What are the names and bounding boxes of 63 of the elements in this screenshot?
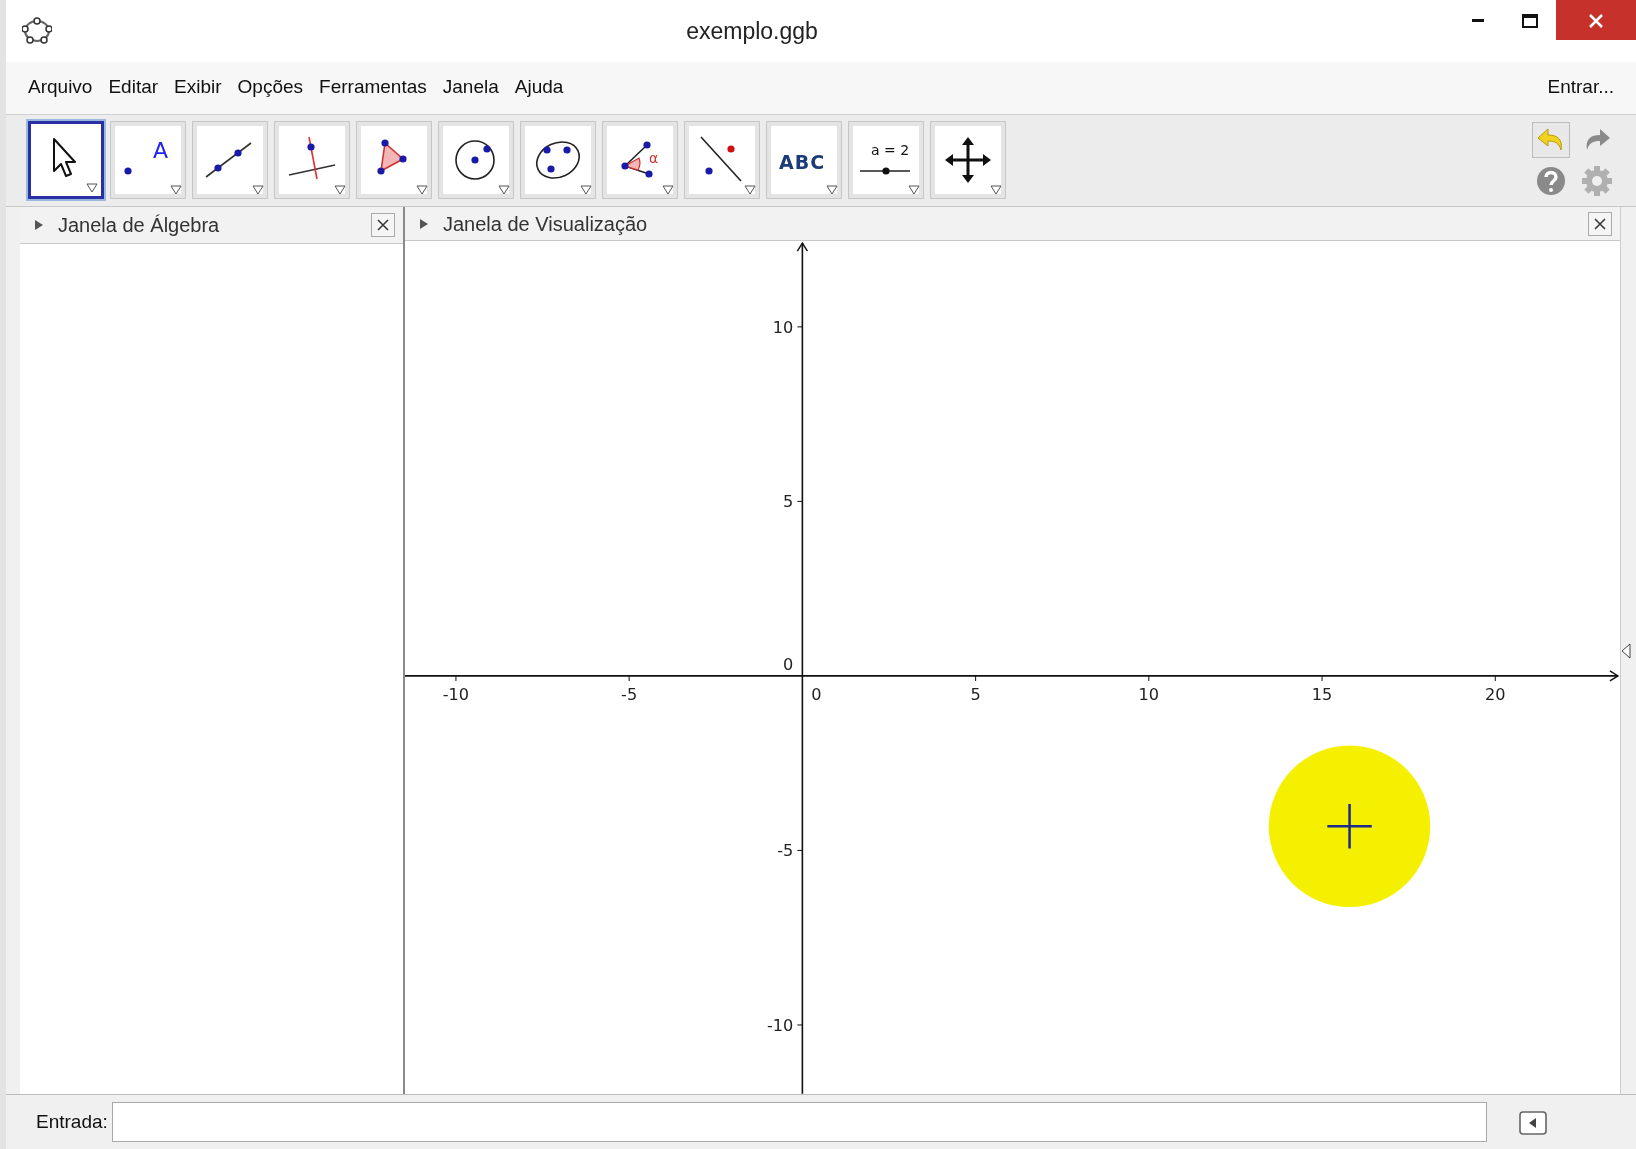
text-tool-button[interactable]: ABC (766, 121, 842, 200)
input-help-icon (1518, 1110, 1547, 1135)
dropdown-triangle-icon (826, 185, 838, 196)
maximize-icon (1521, 12, 1539, 29)
close-panel-button[interactable] (371, 213, 395, 238)
collapse-triangle-icon[interactable] (419, 217, 429, 230)
circle-tool-button[interactable] (438, 121, 514, 200)
x-tick-label: -10 (442, 685, 470, 705)
reflect-tool-button[interactable] (684, 121, 760, 200)
dropdown-triangle-icon (334, 185, 346, 196)
angle-tool-button[interactable]: α (602, 121, 678, 200)
dropdown-triangle-icon (580, 185, 592, 196)
close-panel-button[interactable] (1588, 211, 1612, 236)
y-tick-label: 5 (783, 492, 794, 512)
panel-title: Janela de Visualização (443, 211, 649, 237)
panel-title: Janela de Álgebra (58, 213, 221, 239)
sign-in-link[interactable]: Entrar... (1547, 73, 1614, 102)
dropdown-triangle-icon (252, 185, 264, 196)
close-icon (376, 218, 390, 233)
menu-item[interactable]: Exibir (174, 73, 222, 102)
slider-icon (859, 166, 911, 177)
dropdown-triangle-icon (744, 185, 756, 196)
x-tick-label: 15 (1311, 685, 1333, 705)
point-tool-button[interactable]: A (110, 121, 186, 200)
x-tick-label: 20 (1485, 685, 1506, 705)
close-icon (1593, 216, 1607, 231)
y-tick-label: -10 (766, 1016, 794, 1036)
y-tick-label: 10 (772, 318, 794, 338)
dropdown-triangle-icon (170, 185, 182, 196)
origin-label: 0 (783, 655, 794, 675)
menu-item[interactable]: Editar (108, 73, 159, 102)
close-icon (1587, 11, 1605, 30)
dropdown-triangle-icon (416, 185, 428, 196)
dropdown-triangle-icon (662, 185, 674, 196)
x-tick-label: 5 (970, 685, 981, 705)
dropdown-triangle-icon (86, 183, 98, 194)
help-icon[interactable] (1536, 166, 1566, 197)
origin-label: 0 (811, 685, 822, 705)
menu-item[interactable]: Opções (237, 73, 304, 102)
slider-tool-button[interactable]: a = 2 (848, 121, 924, 200)
move-tool-button[interactable] (28, 121, 104, 200)
x-tick-label: -5 (621, 685, 638, 705)
menu-item[interactable]: Ferramentas (319, 73, 427, 102)
perpendicular-tool-button[interactable] (274, 121, 350, 200)
minimize-icon (1472, 19, 1484, 23)
app-logo-icon (22, 16, 52, 45)
input-field[interactable] (111, 1102, 1487, 1143)
dropdown-triangle-icon (498, 185, 510, 196)
point-icon (123, 166, 133, 177)
menu-item[interactable]: Ajuda (514, 73, 564, 102)
window-title: exemplo.ggb (685, 16, 819, 46)
dropdown-triangle-icon (990, 185, 1002, 196)
line-tool-button[interactable] (192, 121, 268, 200)
input-label: Entrada: (36, 1109, 108, 1134)
x-tick-label: 10 (1138, 685, 1160, 705)
menu-item[interactable]: Janela (442, 73, 499, 102)
polygon-tool-button[interactable] (356, 121, 432, 200)
menu-item[interactable]: Arquivo (28, 73, 93, 102)
y-tick-label: -5 (777, 841, 794, 861)
conic-tool-button[interactable] (520, 121, 596, 200)
move-view-tool-button[interactable] (930, 121, 1006, 200)
collapse-triangle-icon[interactable] (34, 219, 44, 232)
dropdown-triangle-icon (908, 185, 920, 196)
